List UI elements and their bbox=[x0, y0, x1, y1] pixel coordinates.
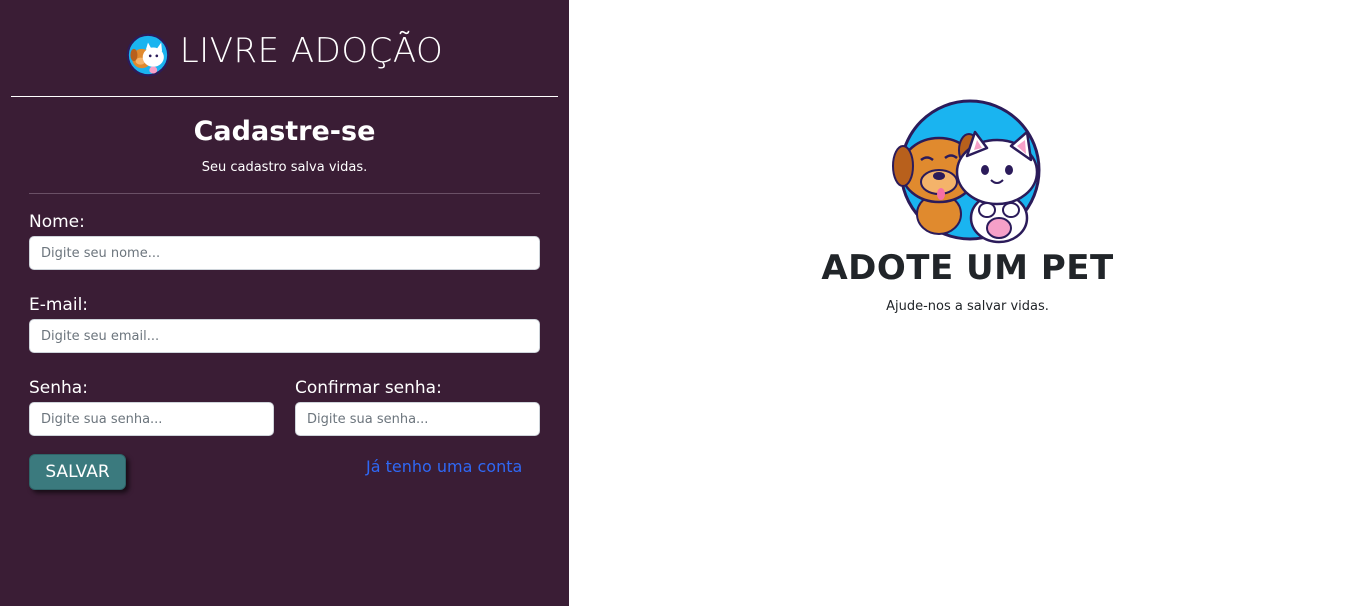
password-input[interactable] bbox=[29, 402, 274, 436]
dog-cat-illustration-icon bbox=[892, 99, 1041, 244]
signup-panel: LIVRE ADOÇÃO Cadastre-se Seu cadastro sa… bbox=[0, 0, 569, 606]
brand-header: LIVRE ADOÇÃO bbox=[0, 26, 569, 77]
name-input[interactable] bbox=[29, 236, 540, 270]
hero-panel: ADOTE UM PET Ajude-nos a salvar vidas. bbox=[569, 0, 1360, 606]
email-label: E-mail: bbox=[29, 295, 89, 315]
confirm-password-input[interactable] bbox=[295, 402, 540, 436]
password-label: Senha: bbox=[29, 378, 88, 398]
form-divider bbox=[29, 193, 540, 194]
form-heading: Cadastre-se bbox=[193, 116, 376, 147]
hero-title: ADOTE UM PET bbox=[821, 248, 1114, 288]
dog-cat-logo-icon bbox=[126, 33, 170, 77]
name-label: Nome: bbox=[29, 212, 85, 232]
save-button[interactable]: SALVAR bbox=[29, 454, 126, 490]
confirm-password-label: Confirmar senha: bbox=[295, 378, 442, 398]
hero-subtitle: Ajude-nos a salvar vidas. bbox=[886, 299, 1049, 314]
email-input[interactable] bbox=[29, 319, 540, 353]
login-link[interactable]: Já tenho uma conta bbox=[366, 457, 522, 476]
header-divider bbox=[11, 96, 558, 97]
form-subheading: Seu cadastro salva vidas. bbox=[201, 160, 368, 175]
brand-title: LIVRE ADOÇÃO bbox=[179, 31, 444, 71]
